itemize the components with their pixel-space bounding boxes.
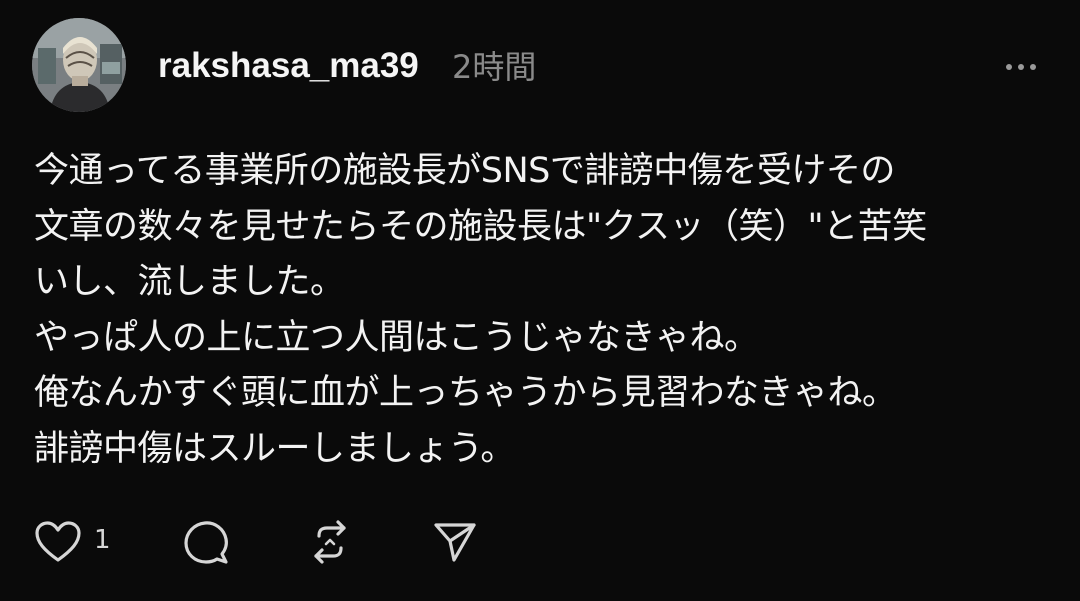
avatar[interactable] xyxy=(32,18,126,112)
more-horizontal-icon xyxy=(1006,64,1012,70)
send-icon xyxy=(434,523,476,562)
like-count: 1 xyxy=(94,525,111,555)
post-body: 今通ってる事業所の施設長がSNSで誹謗中傷を受けその 文章の数々を見せたらその施… xyxy=(34,144,1064,477)
more-options-button[interactable] xyxy=(996,52,1046,82)
repost-icon xyxy=(314,520,346,564)
timestamp: 2時間 xyxy=(452,48,537,86)
post-body-line: やっぱ人の上に立つ人間はこうじゃなきゃね。 xyxy=(34,317,759,358)
share-button[interactable] xyxy=(428,516,480,568)
action-bar: 1 xyxy=(0,510,1080,580)
post-body-line: 文章の数々を見せたらその施設長は"クスッ（笑）"と苦笑 xyxy=(34,206,927,247)
repost-button[interactable] xyxy=(304,516,356,568)
heart-icon xyxy=(35,521,81,562)
username[interactable]: rakshasa_ma39 xyxy=(158,42,419,90)
avatar-image xyxy=(32,18,126,112)
more-dot xyxy=(1030,64,1036,70)
comment-button[interactable] xyxy=(180,516,232,568)
post-body-line: 俺なんかすぐ頭に血が上っちゃうから見習わなきゃね。 xyxy=(34,373,897,413)
like-button[interactable] xyxy=(32,516,84,568)
post-body-line: 誹謗中傷はスルーしましょう。 xyxy=(34,428,515,469)
post-card: rakshasa_ma39 2時間 今通ってる事業所の施設長がSNSで誹謗中傷を… xyxy=(0,0,1080,601)
more-dot xyxy=(1018,64,1024,70)
comment-icon xyxy=(184,521,228,564)
post-body-line: 今通ってる事業所の施設長がSNSで誹謗中傷を受けその xyxy=(34,151,895,191)
post-body-line: いし、流しました。 xyxy=(34,262,345,302)
